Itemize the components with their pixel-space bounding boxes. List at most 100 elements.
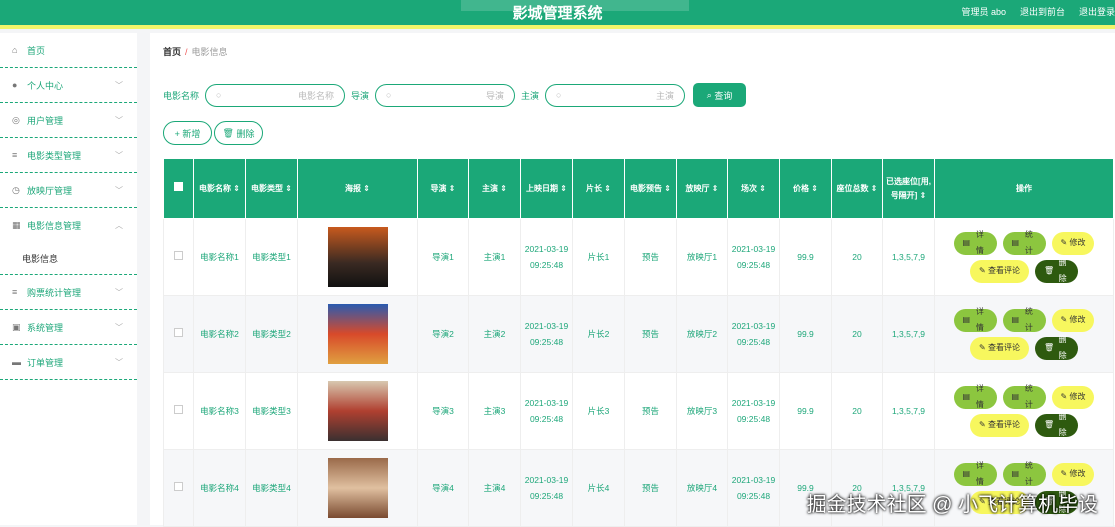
sort-icon[interactable]: ⇕ [560,184,567,193]
monitor-icon: ▬ [12,357,21,367]
sidebar-item[interactable]: ▬ 订单管理 ﹀ [0,345,137,380]
sort-icon[interactable]: ⇕ [920,191,927,200]
sort-icon[interactable]: ⇕ [759,184,766,193]
breadcrumb: 首页 / 电影信息 [163,47,228,57]
chevron-icon: ﹀ [115,80,123,90]
sidebar: ⌂ 首页 ● 个人中心 ﹀ ◎ 用户管理 ﹀ ≡ 电影类型管理 ﹀ ◷ 放映厅管理 ﹀ ▦ 电影信息管理 ︿ 电影… [0,33,137,525]
chevron-icon: ﹀ [115,287,123,297]
column-header[interactable]: 片长 ⇕ [572,158,625,219]
table-row: 电影名称3 电影类型3 导演3 主演3 2021-03-19 09:25:48 片长3 预告… [163,372,1114,450]
detail-button[interactable]: ▤ 详情 [953,461,997,486]
stats-button[interactable]: ▤ 统计 [1002,384,1046,409]
sidebar-subitem-movie-info[interactable]: 电影信息 [0,243,137,275]
sidebar-item-label: 系统管理 [27,322,64,333]
sort-icon[interactable]: ⇕ [664,184,671,193]
column-header[interactable]: 上映日期 ⇕ [520,158,573,219]
doc-icon: ▤ [1011,315,1022,324]
cell-director: 导演3 [417,372,469,450]
row-checkbox[interactable] [163,218,194,296]
detail-button[interactable]: ▤ 详情 [953,307,997,332]
column-header[interactable]: 主演 ⇕ [468,158,521,219]
poster-image [327,381,388,441]
sort-icon[interactable]: ⇕ [811,184,818,193]
cell-type: 电影类型2 [245,295,298,373]
chevron-icon: ︿ [115,221,123,230]
list-icon: ≡ [12,150,18,160]
add-button[interactable]: + 新增 [163,121,212,145]
sort-icon[interactable]: ⇕ [363,184,370,193]
cell-name: 电影名称3 [193,372,246,450]
poster-image [327,227,388,287]
sort-icon[interactable]: ⇕ [871,184,878,193]
logout-link[interactable]: 退出登录 [1079,5,1115,18]
row-delete-button[interactable]: 🗑 删除 [1034,258,1078,283]
edit-button[interactable]: ✎ 修改 [1051,308,1095,332]
select-all[interactable] [163,158,194,219]
main-content: 首页 / 电影信息 电影名称 ○ 电影名称 导演 ○ 导演 主演 ○ 主演 ⌕ 查询 + … [150,33,1115,527]
column-header[interactable]: 电影名称 ⇕ [193,158,246,219]
detail-button[interactable]: ▤ 详情 [953,230,997,255]
column-header[interactable]: 电影类型 ⇕ [245,158,298,219]
column-header[interactable]: 场次 ⇕ [727,158,780,219]
column-header[interactable]: 座位总数 ⇕ [831,158,883,219]
edit-button[interactable]: ✎ 修改 [1051,462,1095,486]
sidebar-item[interactable]: ◷ 放映厅管理 ﹀ [0,173,137,208]
row-checkbox[interactable] [163,295,194,373]
front-link[interactable]: 退出到前台 [1020,5,1065,18]
sidebar-item-label: 用户管理 [27,115,64,126]
sort-icon[interactable]: ⇕ [604,184,611,193]
name-input[interactable]: ○ 电影名称 [205,83,346,107]
cell-hall: 放映厅1 [676,218,728,296]
sidebar-item[interactable]: ≡ 购票统计管理 ﹀ [0,275,137,310]
doc-icon: ▤ [962,238,973,247]
sidebar-item[interactable]: ≡ 电影类型管理 ﹀ [0,138,137,173]
row-delete-button[interactable]: 🗑 删除 [1034,335,1078,360]
users-icon: ◎ [12,114,20,125]
breadcrumb-current: 电影信息 [191,47,228,57]
column-header[interactable]: 已选座位[用,号隔开] ⇕ [882,158,935,219]
detail-button[interactable]: ▤ 详情 [953,384,997,409]
column-header[interactable]: 价格 ⇕ [779,158,832,219]
actor-input[interactable]: ○ 主演 [545,83,686,107]
delete-button[interactable]: 🗑 删除 [214,121,263,145]
review-button[interactable]: ✎ 查看评论 [970,336,1029,360]
row-checkbox[interactable] [163,449,194,527]
search-icon: ○ [556,90,562,100]
current-user: 管理员 abo [961,7,1006,17]
row-checkbox[interactable] [163,372,194,450]
cell-seats: 20 [831,372,883,450]
edit-icon: ✎ [1060,392,1070,401]
sidebar-item[interactable]: ▣ 系统管理 ﹀ [0,310,137,345]
breadcrumb-home[interactable]: 首页 [163,47,181,57]
sort-icon[interactable]: ⇕ [500,184,507,193]
director-input[interactable]: ○ 导演 [375,83,516,107]
sort-icon[interactable]: ⇕ [712,184,719,193]
query-button[interactable]: ⌕ 查询 [693,83,747,107]
edit-button[interactable]: ✎ 修改 [1051,231,1095,255]
sort-icon[interactable]: ⇕ [233,184,240,193]
edit-button[interactable]: ✎ 修改 [1051,385,1095,409]
cell-name: 电影名称4 [193,449,246,527]
sidebar-item-label: 首页 [27,45,46,56]
sidebar-item[interactable]: ▦ 电影信息管理 ︿ [0,208,137,243]
column-header[interactable]: 海报 ⇕ [297,158,418,219]
trash-icon: 🗑 [1043,420,1057,429]
row-delete-button[interactable]: 🗑 删除 [1034,412,1078,437]
column-header[interactable]: 导演 ⇕ [417,158,469,219]
doc-icon: ▤ [962,315,973,324]
sidebar-item[interactable]: ◎ 用户管理 ﹀ [0,103,137,138]
review-button[interactable]: ✎ 查看评论 [970,259,1029,283]
cell-price: 99.9 [779,218,832,296]
sidebar-item[interactable]: ⌂ 首页 [0,33,137,68]
stats-button[interactable]: ▤ 统计 [1002,307,1046,332]
sort-icon[interactable]: ⇕ [285,184,292,193]
column-header[interactable]: 放映厅 ⇕ [676,158,728,219]
stats-button[interactable]: ▤ 统计 [1002,461,1046,486]
sidebar-item[interactable]: ● 个人中心 ﹀ [0,68,137,103]
stats-button[interactable]: ▤ 统计 [1002,230,1046,255]
edit-icon: ✎ [1060,238,1070,247]
cell-date: 2021-03-19 09:25:48 [520,295,573,373]
review-button[interactable]: ✎ 查看评论 [970,413,1029,437]
sort-icon[interactable]: ⇕ [449,184,456,193]
column-header[interactable]: 电影预告 ⇕ [624,158,677,219]
